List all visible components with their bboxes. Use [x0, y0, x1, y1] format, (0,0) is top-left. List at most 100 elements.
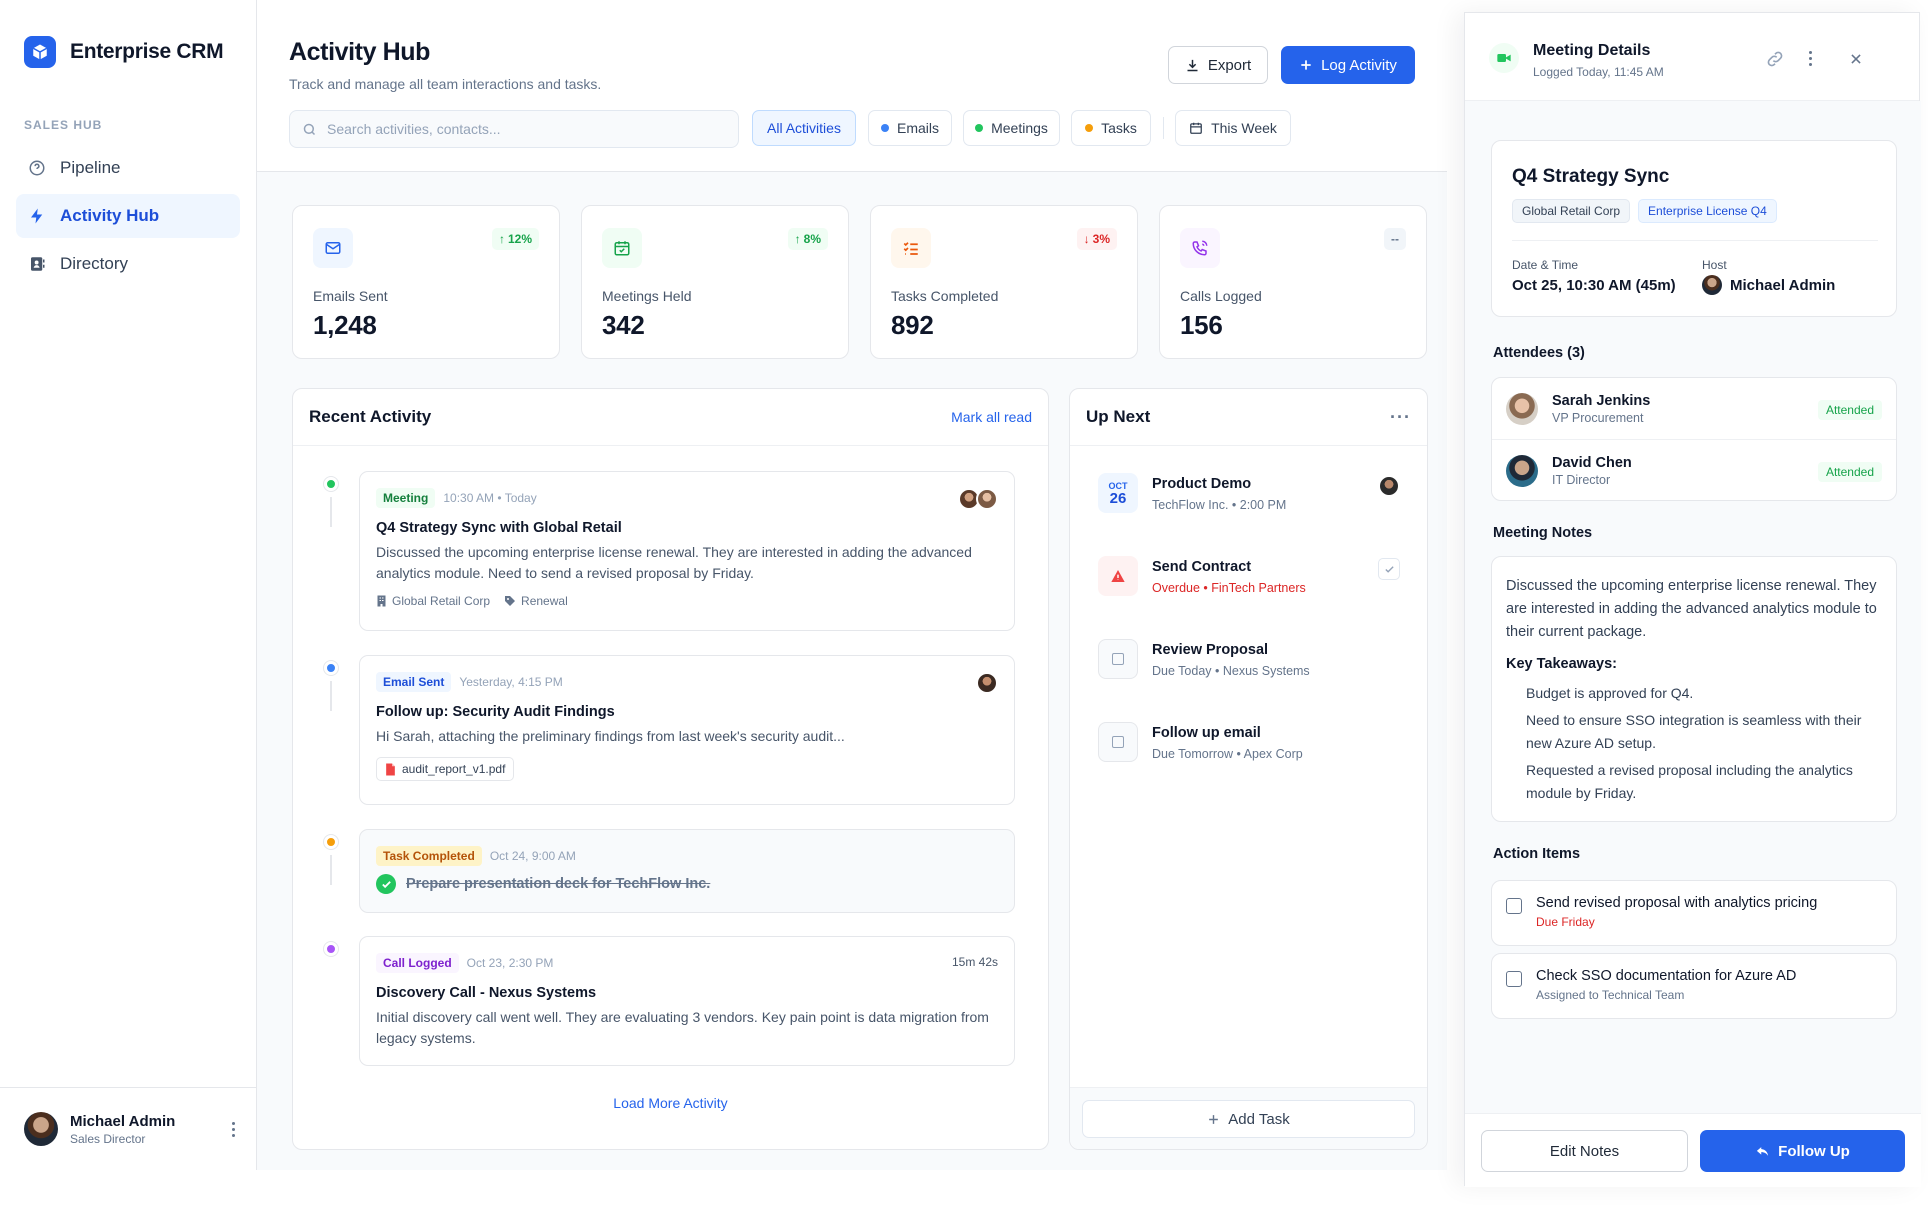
- check-circle-icon: [376, 874, 396, 894]
- add-task-label: Add Task: [1228, 1110, 1290, 1128]
- task-title: Follow up email: [1152, 725, 1261, 741]
- status-badge: Attended: [1817, 462, 1882, 482]
- link-icon[interactable]: [1765, 49, 1785, 69]
- check-icon[interactable]: [1378, 558, 1400, 580]
- meeting-notes-card[interactable]: Discussed the upcoming enterprise licens…: [1491, 556, 1897, 822]
- stat-card-emails[interactable]: ↑ 12% Emails Sent 1,248: [292, 205, 560, 359]
- task-item-product-demo[interactable]: OCT 26 Product Demo TechFlow Inc. • 2:00…: [1098, 473, 1418, 533]
- add-task-button[interactable]: Add Task: [1082, 1100, 1415, 1138]
- company-label: Global Retail Corp: [392, 594, 491, 608]
- log-activity-button[interactable]: Log Activity: [1281, 46, 1415, 84]
- activity-title: Q4 Strategy Sync with Global Retail: [376, 520, 622, 536]
- brand[interactable]: Enterprise CRM: [24, 36, 224, 68]
- timeline-line: [330, 681, 332, 711]
- activity-item-call[interactable]: Call Logged Oct 23, 2:30 PM 15m 42s Disco…: [359, 936, 1015, 1066]
- activity-item-email[interactable]: Email Sent Yesterday, 4:15 PM Follow up: …: [359, 655, 1015, 805]
- sidebar-item-activity-hub[interactable]: Activity Hub: [16, 194, 240, 238]
- action-item[interactable]: Send revised proposal with analytics pri…: [1491, 880, 1897, 946]
- takeaways-title: Key Takeaways:: [1506, 656, 1617, 672]
- filter-emails[interactable]: Emails: [868, 110, 952, 146]
- attendee-row[interactable]: Sarah Jenkins VP Procurement Attended: [1492, 378, 1896, 440]
- meeting-details-drawer: Meeting Details Logged Today, 11:45 AM Q…: [1464, 12, 1921, 1187]
- date-label: Date & Time: [1512, 258, 1579, 272]
- trend-value: 12%: [507, 232, 532, 246]
- status-badge: Attended: [1817, 400, 1882, 420]
- trend-badge: ↑ 8%: [787, 228, 828, 250]
- action-subtitle: Assigned to Technical Team: [1536, 988, 1685, 1002]
- task-item-follow-up-email[interactable]: Follow up email Due Tomorrow • Apex Corp: [1098, 722, 1418, 782]
- activity-description: Initial discovery call went well. They a…: [376, 1009, 989, 1046]
- load-more-wrap: Load More Activity: [293, 1095, 1048, 1113]
- drawer-title: Meeting Details: [1533, 42, 1651, 59]
- action-item[interactable]: Check SSO documentation for Azure AD Assi…: [1491, 953, 1897, 1019]
- meeting-summary-card: Q4 Strategy Sync Global Retail Corp Ente…: [1491, 140, 1897, 317]
- close-icon[interactable]: [1849, 52, 1863, 66]
- stat-value: 1,248: [313, 310, 377, 340]
- user-profile[interactable]: Michael Admin Sales Director: [0, 1087, 257, 1170]
- activity-label[interactable]: Renewal: [504, 594, 568, 608]
- activity-company[interactable]: Global Retail Corp: [376, 594, 490, 608]
- search-input[interactable]: [327, 121, 707, 137]
- task-item-review-proposal[interactable]: Review Proposal Due Today • Nexus System…: [1098, 639, 1418, 699]
- cube-icon: [24, 36, 56, 68]
- attendee-row[interactable]: David Chen IT Director Attended: [1492, 440, 1896, 502]
- attachment-chip[interactable]: audit_report_v1.pdf: [376, 757, 515, 781]
- checkbox-icon[interactable]: [1098, 639, 1138, 679]
- takeaways-list: Budget is approved for Q4. Need to ensur…: [1506, 682, 1882, 805]
- takeaway-item: Budget is approved for Q4.: [1526, 685, 1694, 701]
- date-filter[interactable]: This Week: [1175, 110, 1291, 146]
- warning-icon: [1098, 556, 1138, 596]
- checkbox-icon[interactable]: [1098, 722, 1138, 762]
- meeting-tag-company[interactable]: Global Retail Corp: [1512, 199, 1631, 223]
- notes-title: Meeting Notes: [1493, 525, 1593, 541]
- timeline-dot-call: [324, 942, 338, 956]
- filter-meetings[interactable]: Meetings: [963, 110, 1060, 146]
- avatar: [24, 1112, 58, 1146]
- sidebar-item-directory[interactable]: Directory: [16, 242, 240, 286]
- more-vertical-icon[interactable]: [232, 1122, 235, 1137]
- host[interactable]: Michael Admin: [1702, 275, 1835, 295]
- trend-badge: ↓ 3%: [1076, 228, 1117, 250]
- filter-all-activities[interactable]: All Activities: [752, 110, 856, 146]
- more-vertical-icon[interactable]: [1809, 51, 1812, 66]
- activity-time: Oct 23, 2:30 PM: [466, 956, 554, 970]
- action-checkbox[interactable]: [1506, 898, 1522, 914]
- action-checkbox[interactable]: [1506, 971, 1522, 987]
- mark-all-read-link[interactable]: Mark all read: [951, 409, 1032, 425]
- recent-activity-header: Recent Activity Mark all read: [293, 389, 1048, 446]
- sidebar-item-pipeline[interactable]: Pipeline: [16, 146, 240, 190]
- stat-card-tasks[interactable]: ↓ 3% Tasks Completed 892: [870, 205, 1138, 359]
- meeting-tag-deal[interactable]: Enterprise License Q4: [1638, 199, 1777, 223]
- follow-up-button[interactable]: Follow Up: [1700, 1130, 1905, 1172]
- meeting-title: Q4 Strategy Sync: [1512, 166, 1670, 187]
- page-title: Activity Hub: [289, 38, 431, 66]
- stat-card-meetings[interactable]: ↑ 8% Meetings Held 342: [581, 205, 849, 359]
- edit-notes-button[interactable]: Edit Notes: [1481, 1130, 1688, 1172]
- drawer-body: Q4 Strategy Sync Global Retail Corp Ente…: [1465, 101, 1921, 1113]
- stat-label: Tasks Completed: [891, 288, 999, 304]
- activity-item-meeting[interactable]: Meeting 10:30 AM • Today Q4 Strategy Sync…: [359, 471, 1015, 631]
- trend-value: 3%: [1092, 232, 1110, 246]
- arrow-up-icon: ↑: [794, 232, 801, 246]
- sidebar-item-label: Activity Hub: [60, 206, 160, 225]
- stat-label: Emails Sent: [313, 288, 388, 304]
- stat-card-calls[interactable]: -- Calls Logged 156: [1159, 205, 1427, 359]
- video-camera-icon: [1489, 43, 1519, 73]
- sidebar-item-label: Directory: [60, 254, 129, 273]
- load-more-button[interactable]: Load More Activity: [613, 1095, 727, 1111]
- edit-notes-label: Edit Notes: [1549, 1142, 1620, 1160]
- action-subtitle: Due Friday: [1536, 915, 1595, 929]
- activity-item-task[interactable]: Task Completed Oct 24, 9:00 AM Prepare pr…: [359, 829, 1015, 913]
- export-button[interactable]: Export: [1168, 46, 1268, 84]
- task-item-send-contract[interactable]: Send Contract Overdue • FinTech Partners: [1098, 556, 1418, 616]
- phone-call-icon: [1180, 228, 1220, 268]
- activity-title: Prepare presentation deck for TechFlow I…: [406, 876, 711, 892]
- trend-badge: --: [1384, 228, 1406, 250]
- more-horizontal-icon[interactable]: ···: [1390, 407, 1411, 428]
- call-duration: 15m 42s: [951, 955, 998, 969]
- follow-up-label: Follow Up: [1778, 1142, 1850, 1160]
- search-box: [289, 110, 739, 148]
- stat-label: Calls Logged: [1180, 288, 1262, 304]
- panel-title: Up Next: [1086, 407, 1151, 426]
- filter-tasks[interactable]: Tasks: [1071, 110, 1151, 146]
